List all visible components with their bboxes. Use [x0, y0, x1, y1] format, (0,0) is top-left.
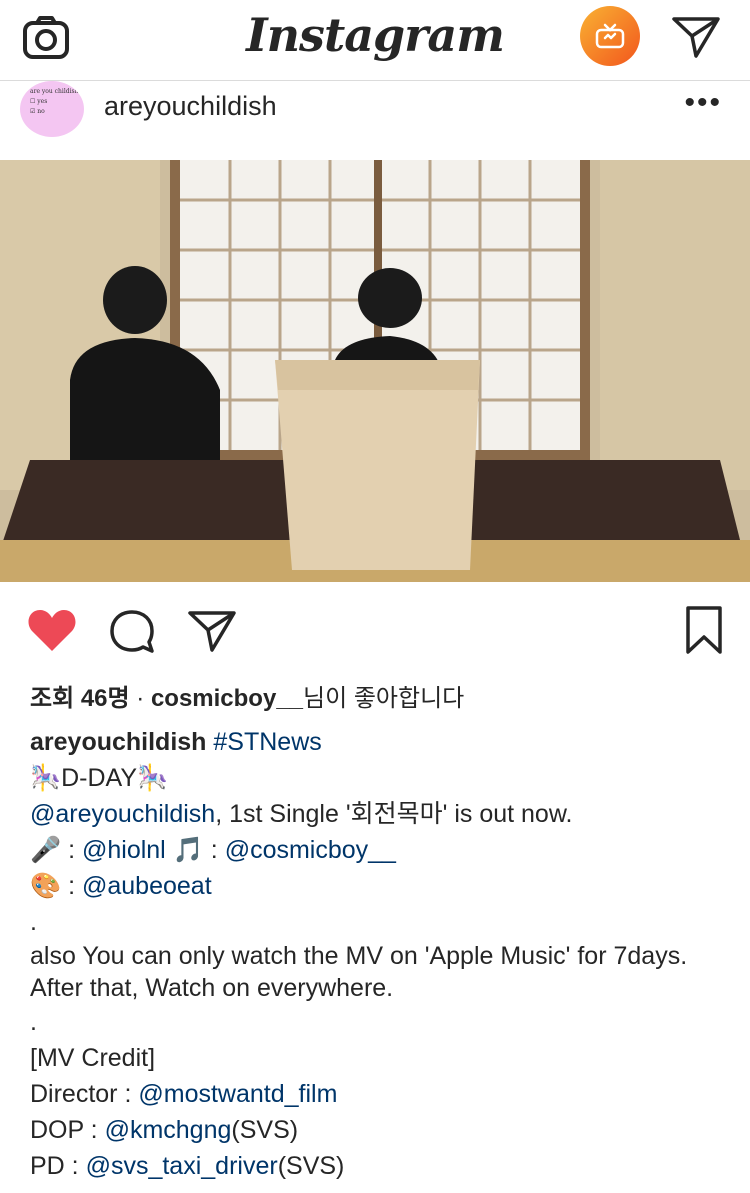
- caption-author[interactable]: areyouchildish: [30, 728, 206, 756]
- mention-hiolnl[interactable]: @hiolnl: [82, 836, 166, 864]
- caption-line-3-text: , 1st Single '회전목마' is out now.: [215, 800, 573, 828]
- caption-line-2: 🎠D-DAY🎠: [30, 764, 169, 792]
- sep: :: [210, 836, 225, 864]
- mention-kmchgng[interactable]: @kmchgng: [105, 1116, 232, 1144]
- post-media[interactable]: [0, 160, 750, 582]
- comment-icon[interactable]: [106, 608, 158, 654]
- music-note-emoji: 🎵: [165, 836, 211, 864]
- microphone-emoji: 🎤: [30, 836, 62, 864]
- pd-label: PD :: [30, 1152, 86, 1180]
- avatar-text: are you childish? ☐ yes ☑ no: [30, 87, 82, 117]
- mention-cosmicboy[interactable]: @cosmicboy__: [225, 836, 396, 864]
- post-caption: areyouchildish #STNews 🎠D-DAY🎠 @areyouch…: [30, 724, 730, 1184]
- like-heart-icon[interactable]: [26, 606, 78, 654]
- view-count: 조회 46명: [30, 685, 130, 712]
- credit-pd: PD : @svs_taxi_driver(SVS): [30, 1148, 730, 1184]
- mention-areyouchildish[interactable]: @areyouchildish: [30, 800, 215, 828]
- mention-svs-taxi-driver[interactable]: @svs_taxi_driver: [86, 1152, 278, 1180]
- dop-suffix: (SVS): [231, 1116, 299, 1144]
- dop-label: DOP :: [30, 1116, 105, 1144]
- palette-emoji: 🎨: [30, 872, 62, 900]
- video-frame-illustration: [0, 160, 750, 582]
- caption-dot-2: .: [30, 1008, 37, 1036]
- liked-by-user[interactable]: cosmicboy__: [151, 685, 303, 712]
- bookmark-icon[interactable]: [680, 604, 728, 656]
- mention-mostwantd-film[interactable]: @mostwantd_film: [138, 1080, 337, 1108]
- share-icon[interactable]: [186, 608, 238, 654]
- igtv-icon[interactable]: [580, 6, 640, 66]
- avatar-text-line2: ☐ yes: [30, 98, 48, 105]
- credit-dop: DOP : @kmchgng(SVS): [30, 1112, 730, 1148]
- caption-line-1: areyouchildish #STNews: [30, 724, 730, 760]
- sep: :: [61, 836, 82, 864]
- avatar-text-line1: are you childish?: [30, 88, 82, 95]
- caption-line-3: @areyouchildish, 1st Single '회전목마' is ou…: [30, 796, 730, 832]
- post-header: are you childish? ☐ yes ☑ no areyouchild…: [0, 81, 750, 159]
- more-options-icon[interactable]: •••: [684, 88, 722, 118]
- post-username[interactable]: areyouchildish: [104, 91, 277, 122]
- separator: ·: [129, 685, 151, 712]
- mention-aubeoeat[interactable]: @aubeoeat: [82, 872, 212, 900]
- post-action-bar: [0, 600, 750, 660]
- liked-by-suffix: 님이 좋아합니다: [303, 685, 465, 712]
- director-label: Director :: [30, 1080, 139, 1108]
- avatar-text-line3: ☑ no: [30, 108, 45, 115]
- avatar[interactable]: are you childish? ☐ yes ☑ no: [20, 81, 84, 137]
- caption-paragraph: also You can only watch the MV on 'Apple…: [30, 942, 688, 1002]
- top-navigation-bar: Instagram: [0, 0, 750, 81]
- direct-message-icon[interactable]: [668, 12, 724, 62]
- caption-line-5: 🎨 : @aubeoeat: [30, 868, 730, 904]
- caption-dot-1: .: [30, 908, 37, 936]
- credit-header: [MV Credit]: [30, 1044, 156, 1072]
- pd-suffix: (SVS): [277, 1152, 345, 1180]
- hashtag-link[interactable]: #STNews: [213, 728, 321, 756]
- caption-line-4: 🎤 : @hiolnl 🎵 : @cosmicboy__: [30, 832, 730, 868]
- sep: :: [61, 872, 82, 900]
- views-and-likes: 조회 46명 · cosmicboy__님이 좋아합니다: [30, 678, 464, 713]
- credit-director: Director : @mostwantd_film: [30, 1076, 730, 1112]
